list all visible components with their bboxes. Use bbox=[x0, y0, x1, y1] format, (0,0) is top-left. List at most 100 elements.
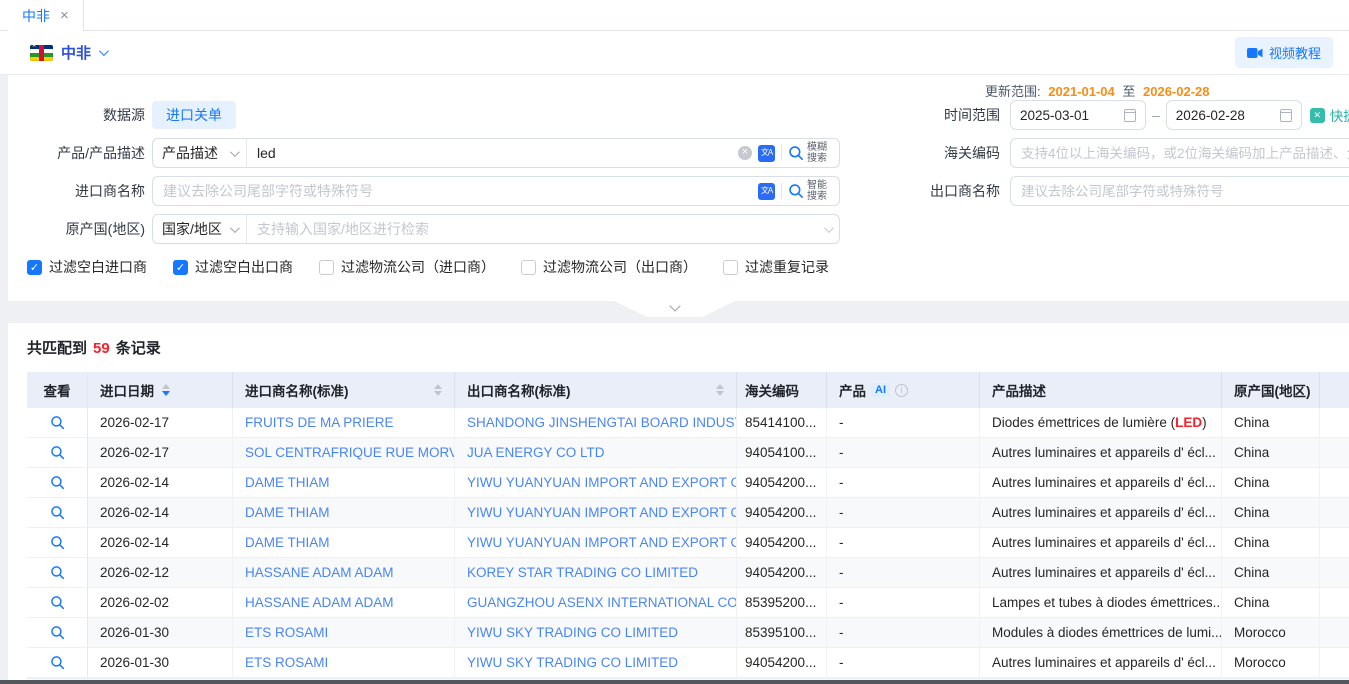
exporter-link[interactable]: YIWU YUANYUAN IMPORT AND EXPORT C... bbox=[467, 475, 737, 490]
clear-input-icon[interactable]: × bbox=[738, 146, 752, 160]
calendar-icon bbox=[1124, 109, 1136, 122]
filter-checkbox[interactable]: ✓过滤空白进口商 bbox=[27, 257, 147, 277]
filter-checkbox[interactable]: ✓过滤空白出口商 bbox=[173, 257, 293, 277]
description-cell: Autres luminaires et appareils d' écl... bbox=[980, 528, 1222, 558]
product-label: 产品/产品描述 bbox=[8, 143, 145, 163]
importer-link[interactable]: DAME THIAM bbox=[245, 505, 330, 520]
exporter-link[interactable]: YIWU YUANYUAN IMPORT AND EXPORT C... bbox=[467, 535, 737, 550]
description-cell: Autres luminaires et appareils d' écl... bbox=[980, 468, 1222, 498]
checkbox-icon[interactable] bbox=[319, 260, 334, 275]
exporter-link[interactable]: YIWU SKY TRADING CO LIMITED bbox=[467, 625, 678, 640]
view-details-button[interactable] bbox=[50, 415, 65, 430]
info-icon[interactable]: i bbox=[895, 384, 908, 397]
checkbox-icon[interactable]: ✓ bbox=[27, 260, 42, 275]
origin-cell: Morocco bbox=[1222, 648, 1320, 678]
view-details-button[interactable] bbox=[50, 625, 65, 640]
importer-link[interactable]: HASSANE ADAM ADAM bbox=[245, 565, 394, 580]
tab-close-icon[interactable]: × bbox=[60, 8, 69, 23]
date-from-input-group[interactable] bbox=[1010, 100, 1146, 130]
checkbox-icon[interactable]: ✓ bbox=[173, 260, 188, 275]
exporter-link[interactable]: YIWU YUANYUAN IMPORT AND EXPORT C... bbox=[467, 505, 737, 520]
hs-code-input-group bbox=[1010, 138, 1349, 168]
table-row: 2026-01-30ETS ROSAMIYIWU SKY TRADING CO … bbox=[27, 618, 1349, 648]
exporter-link[interactable]: JUA ENERGY CO LTD bbox=[467, 445, 605, 460]
product-cell: - bbox=[827, 648, 980, 678]
sort-exporter[interactable] bbox=[716, 384, 724, 396]
view-details-button[interactable] bbox=[50, 595, 65, 610]
translate-icon[interactable]: 文A bbox=[758, 183, 775, 200]
importer-input-group: 文A 智能搜索 bbox=[152, 176, 840, 206]
origin-cell: Morocco bbox=[1222, 618, 1320, 648]
view-details-button[interactable] bbox=[50, 475, 65, 490]
exporter-link[interactable]: KOREY STAR TRADING CO LIMITED bbox=[467, 565, 698, 580]
time-range-row: 时间范围 – 快捷选择 bbox=[885, 100, 1349, 130]
filter-checkbox[interactable]: 过滤物流公司（进口商） bbox=[319, 257, 495, 277]
checkbox-label: 过滤物流公司（出口商） bbox=[543, 257, 697, 277]
chevron-down-icon bbox=[669, 300, 680, 311]
importer-link[interactable]: ETS ROSAMI bbox=[245, 625, 328, 640]
importer-link[interactable]: DAME THIAM bbox=[245, 475, 330, 490]
importer-link[interactable]: HASSANE ADAM ADAM bbox=[245, 595, 394, 610]
importer-link[interactable]: ETS ROSAMI bbox=[245, 655, 328, 670]
data-source-import-declaration-button[interactable]: 进口关单 bbox=[152, 101, 236, 129]
origin-select-group: 国家/地区 bbox=[152, 214, 840, 244]
view-details-icon bbox=[50, 475, 65, 490]
quick-select-button[interactable]: 快捷选择 bbox=[1310, 105, 1349, 125]
description-cell: Autres luminaires et appareils d' écl... bbox=[980, 498, 1222, 528]
smart-search-button[interactable]: 智能搜索 bbox=[788, 180, 831, 202]
sort-importer[interactable] bbox=[434, 384, 442, 396]
view-details-button[interactable] bbox=[50, 655, 65, 670]
horizontal-scrollbar[interactable] bbox=[0, 680, 1349, 684]
hs-code-cell: 85414100... bbox=[737, 408, 827, 438]
hs-code-cell: 94054200... bbox=[737, 528, 827, 558]
origin-input[interactable] bbox=[257, 221, 818, 237]
view-details-button[interactable] bbox=[50, 535, 65, 550]
tab-zhongfei[interactable]: 中非 × bbox=[8, 0, 84, 31]
collapse-panel-button[interactable] bbox=[615, 301, 735, 317]
date-from-input[interactable] bbox=[1020, 108, 1106, 123]
import-date-cell: 2026-02-02 bbox=[88, 588, 233, 618]
origin-cell: China bbox=[1222, 438, 1320, 468]
translate-icon[interactable]: 文A bbox=[758, 145, 775, 162]
exporter-link[interactable]: YIWU SKY TRADING CO LIMITED bbox=[467, 655, 678, 670]
filter-checkbox[interactable]: 过滤重复记录 bbox=[723, 257, 829, 277]
fuzzy-search-button[interactable]: 模糊搜索 bbox=[788, 142, 831, 164]
panel-gap bbox=[0, 301, 1349, 323]
exporter-input[interactable] bbox=[1021, 184, 1349, 199]
date-to-input-group[interactable] bbox=[1166, 100, 1302, 130]
exporter-link[interactable]: GUANGZHOU ASENX INTERNATIONAL CO ... bbox=[467, 595, 737, 610]
table-row: 2026-02-14DAME THIAMYIWU YUANYUAN IMPORT… bbox=[27, 528, 1349, 558]
view-cell bbox=[27, 648, 88, 678]
origin-type-select[interactable]: 国家/地区 bbox=[153, 215, 247, 243]
exporter-row: 出口商名称 bbox=[885, 176, 1349, 206]
filter-checkbox[interactable]: 过滤物流公司（出口商） bbox=[521, 257, 697, 277]
video-tutorial-button[interactable]: 视频教程 bbox=[1235, 37, 1333, 68]
quick-select-icon bbox=[1310, 108, 1325, 123]
chevron-down-icon[interactable] bbox=[99, 46, 109, 56]
importer-link[interactable]: FRUITS DE MA PRIERE bbox=[245, 415, 394, 430]
view-details-button[interactable] bbox=[50, 565, 65, 580]
view-cell bbox=[27, 468, 88, 498]
exporter-link[interactable]: SHANDONG JINSHENGTAI BOARD INDUST... bbox=[467, 415, 737, 430]
hs-code-cell: 94054100... bbox=[737, 438, 827, 468]
importer-link[interactable]: DAME THIAM bbox=[245, 535, 330, 550]
origin-row: 原产国(地区) 国家/地区 bbox=[8, 214, 1349, 244]
view-cell bbox=[27, 528, 88, 558]
product-type-select[interactable]: 产品描述 bbox=[153, 139, 247, 167]
description-cell: Autres luminaires et appareils d' écl... bbox=[980, 648, 1222, 678]
importer-link[interactable]: SOL CENTRAFRIQUE RUE MORVAN BAT OF... bbox=[245, 445, 455, 460]
importer-input[interactable] bbox=[163, 183, 752, 199]
checkbox-icon[interactable] bbox=[723, 260, 738, 275]
product-input[interactable] bbox=[257, 145, 732, 161]
date-to-input[interactable] bbox=[1176, 108, 1262, 123]
hs-code-input[interactable] bbox=[1021, 146, 1349, 161]
hs-code-cell: 85395100... bbox=[737, 618, 827, 648]
sort-import-date[interactable] bbox=[162, 384, 170, 396]
view-details-button[interactable] bbox=[50, 445, 65, 460]
hs-code-cell: 94054200... bbox=[737, 648, 827, 678]
country-name[interactable]: 中非 bbox=[61, 42, 91, 63]
import-date-cell: 2026-02-17 bbox=[88, 408, 233, 438]
view-details-icon bbox=[50, 565, 65, 580]
checkbox-icon[interactable] bbox=[521, 260, 536, 275]
view-details-button[interactable] bbox=[50, 505, 65, 520]
